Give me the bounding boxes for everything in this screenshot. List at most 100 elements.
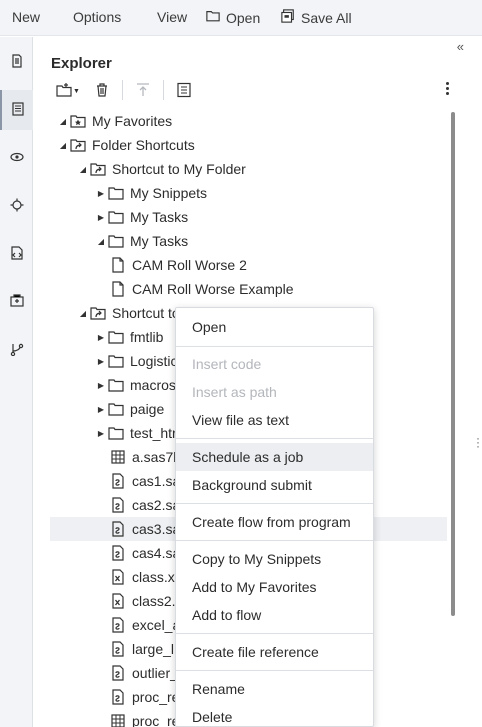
tree-item-class2[interactable]: class2. [110, 589, 176, 613]
tree-item-fmtlib[interactable]: ▶ fmtlib [96, 325, 164, 349]
panel-splitter-handle[interactable]: · · · [476, 432, 480, 452]
sas-program-icon [110, 521, 126, 537]
folder-icon [108, 185, 124, 201]
delete-button[interactable] [94, 81, 110, 101]
tree-item-proc-re-2[interactable]: proc_re [110, 709, 179, 727]
menu-item-copy-to-my-snippets[interactable]: Copy to My Snippets [176, 545, 373, 573]
tree-item-test-htr[interactable]: ▶ test_htr [96, 421, 177, 445]
tree-item-label: class.xl [132, 569, 178, 585]
view-menu[interactable]: View [157, 9, 187, 25]
rail-explorer-button[interactable] [0, 90, 33, 130]
tree-item-a-sas7b[interactable]: a.sas7b [110, 445, 181, 469]
tree-item-cas3[interactable]: cas3.sa [110, 517, 180, 541]
tree-item-label: proc_re [132, 713, 180, 727]
libraries-icon [9, 150, 24, 167]
tree-item-my-tasks[interactable]: ▶ My Tasks [96, 205, 188, 229]
folder-icon [108, 401, 124, 417]
tree-item-my-favorites[interactable]: ◢ My Favorites [58, 109, 172, 133]
tree-item-label: cas2.sa [132, 497, 181, 513]
menu-item-rename[interactable]: Rename [176, 675, 373, 703]
snippets-icon [10, 245, 24, 263]
tree-item-label: large_l [132, 641, 175, 657]
expanded-arrow-icon: ◢ [59, 140, 67, 150]
tree-item-cas4[interactable]: cas4.sa [110, 541, 180, 565]
collapsed-arrow-icon: ▶ [97, 332, 105, 342]
rail-tasks-button[interactable] [0, 186, 33, 226]
sas-program-icon [110, 689, 126, 705]
new-menu[interactable]: New [12, 9, 40, 25]
new-item-button[interactable]: ▼ [56, 81, 80, 101]
collapsed-arrow-icon: ▶ [97, 404, 105, 414]
tree-item-paige[interactable]: ▶ paige [96, 397, 164, 421]
folder-open-icon [206, 9, 220, 26]
tree-item-label: CAM Roll Worse 2 [132, 257, 247, 273]
tree-item-my-snippets[interactable]: ▶ My Snippets [96, 181, 207, 205]
rail-snippets-button[interactable] [0, 234, 33, 274]
menu-separator [176, 503, 373, 504]
rail-document-button[interactable] [0, 42, 33, 82]
menu-item-background-submit[interactable]: Background submit [176, 471, 373, 499]
tree-item-cam-roll-worse-2[interactable]: CAM Roll Worse 2 [110, 253, 247, 277]
vertical-scrollbar[interactable] [451, 112, 455, 616]
panel-title: Explorer [51, 55, 112, 72]
menu-item-add-to-flow[interactable]: Add to flow [176, 601, 373, 629]
explorer-icon [11, 101, 25, 119]
open-button[interactable]: Open [206, 9, 260, 26]
tree-item-large-l[interactable]: large_l [110, 637, 174, 661]
collapse-panel-icon[interactable]: « [457, 39, 464, 54]
save-all-button[interactable]: Save All [281, 9, 352, 26]
rail-libraries-button[interactable] [0, 138, 33, 178]
sas-program-icon [110, 665, 126, 681]
menu-item-view-file-as-text[interactable]: View file as text [176, 406, 373, 434]
options-label: Options [73, 9, 122, 25]
menu-item-insert-as-path: Insert as path [192, 384, 277, 400]
tree-item-shortcut-to[interactable]: ◢ Shortcut to [78, 301, 180, 325]
tree-item-label: proc_re [132, 689, 180, 705]
tree-item-my-tasks-expanded[interactable]: ◢ My Tasks [96, 229, 188, 253]
tree-item-cas1[interactable]: cas1.sa [110, 469, 180, 493]
new-label: New [12, 9, 41, 25]
document-icon [10, 53, 24, 71]
git-icon [10, 342, 24, 359]
tree-item-label: Shortcut to My Folder [112, 161, 246, 177]
sas-program-icon [110, 641, 126, 657]
tree-item-label: My Tasks [130, 209, 189, 225]
sas-program-icon [110, 473, 126, 489]
trash-icon [94, 82, 110, 101]
tree-item-cas2[interactable]: cas2.sa [110, 493, 180, 517]
new-folder-icon [56, 82, 72, 101]
properties-button[interactable] [176, 81, 192, 101]
more-options-icon[interactable] [446, 82, 450, 97]
tree-item-excel-a[interactable]: excel_a [110, 613, 180, 637]
tree-item-folder-shortcuts[interactable]: ◢ Folder Shortcuts [58, 133, 195, 157]
options-menu[interactable]: Options [73, 9, 121, 25]
tree-item-label: excel_a [132, 617, 181, 633]
tree-item-label: cas3.sa [132, 521, 181, 537]
rail-git-button[interactable] [0, 330, 33, 370]
menu-item-delete[interactable]: Delete [176, 703, 373, 727]
rail-clinical-button[interactable] [0, 282, 33, 322]
tree-item-class-xl[interactable]: class.xl [110, 565, 178, 589]
upload-button[interactable] [135, 81, 151, 101]
menu-item-create-flow-from-program[interactable]: Create flow from program [176, 508, 373, 536]
tree-item-label: Logistic [130, 353, 178, 369]
menu-separator [176, 670, 373, 671]
expanded-arrow-icon: ◢ [79, 308, 87, 318]
menu-item-add-to-my-favorites[interactable]: Add to My Favorites [176, 573, 373, 601]
folder-icon [108, 209, 124, 225]
tree-item-proc-re-1[interactable]: proc_re [110, 685, 179, 709]
tree-item-logistic[interactable]: ▶ Logistic [96, 349, 178, 373]
tree-item-outlier[interactable]: outlier_ [110, 661, 178, 685]
tasks-icon [10, 198, 24, 215]
dataset-icon [110, 449, 126, 465]
tree-item-label: class2. [132, 593, 176, 609]
menu-item-create-file-reference[interactable]: Create file reference [176, 638, 373, 666]
tree-item-shortcut-to-my-folder[interactable]: ◢ Shortcut to My Folder [78, 157, 246, 181]
save-all-label: Save All [301, 9, 352, 26]
tree-item-cam-roll-worse-example[interactable]: CAM Roll Worse Example [110, 277, 294, 301]
tree-item-macros[interactable]: ▶ macros [96, 373, 176, 397]
menu-item-schedule-as-a-job[interactable]: Schedule as a job [176, 443, 373, 471]
excel-file-icon [110, 593, 126, 609]
tree-item-label: macros [130, 377, 176, 393]
menu-item-open[interactable]: Open [176, 313, 373, 341]
